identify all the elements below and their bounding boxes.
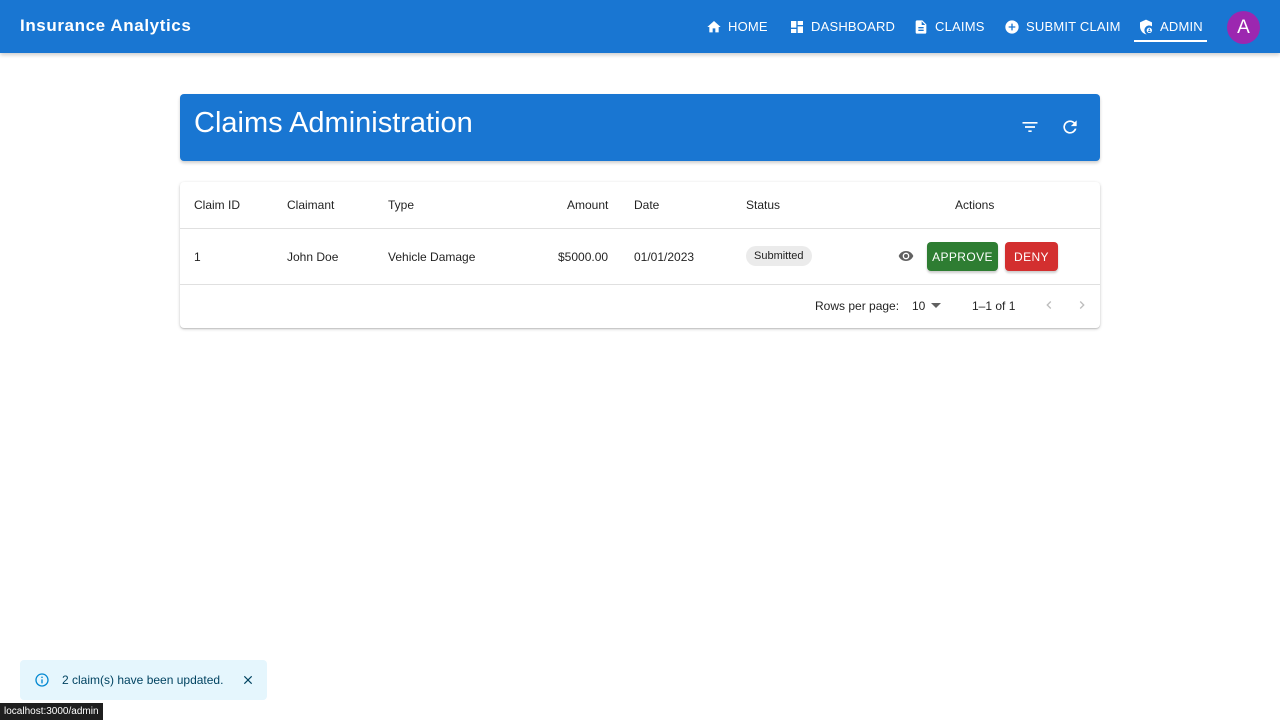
add-circle-icon bbox=[1004, 19, 1020, 35]
header-divider bbox=[180, 228, 1100, 229]
filter-icon bbox=[1022, 122, 1038, 132]
user-avatar[interactable]: A bbox=[1227, 11, 1260, 44]
admin-shield-icon bbox=[1138, 19, 1154, 35]
deny-button[interactable]: DENY bbox=[1005, 242, 1058, 271]
column-header-actions: Actions bbox=[955, 198, 995, 212]
nav-item-label: CLAIMS bbox=[935, 19, 985, 34]
approve-button[interactable]: APPROVE bbox=[927, 242, 998, 271]
active-nav-indicator bbox=[1134, 40, 1207, 42]
info-icon bbox=[34, 672, 50, 688]
top-app-bar: Insurance Analytics HOME DASHBOARD CLAIM… bbox=[0, 0, 1280, 53]
column-header-claimant[interactable]: Claimant bbox=[287, 198, 334, 212]
nav-item-label: ADMIN bbox=[1160, 19, 1203, 34]
rows-per-page-label: Rows per page: bbox=[815, 299, 900, 313]
column-header-amount[interactable]: Amount bbox=[567, 198, 608, 212]
rows-per-page-select[interactable]: 10 bbox=[912, 299, 925, 313]
close-icon[interactable] bbox=[241, 673, 255, 687]
row-divider bbox=[180, 284, 1100, 285]
app-title: Insurance Analytics bbox=[20, 16, 192, 35]
claimant-cell: John Doe bbox=[287, 250, 339, 264]
chevron-left-icon bbox=[1046, 301, 1052, 309]
column-header-claim-id[interactable]: Claim ID bbox=[194, 198, 240, 212]
claim-id-cell: 1 bbox=[194, 250, 201, 264]
column-header-date[interactable]: Date bbox=[634, 198, 659, 212]
amount-cell: $5000.00 bbox=[558, 250, 609, 264]
nav-item-admin[interactable]: ADMIN bbox=[1138, 0, 1203, 53]
status-badge: Submitted bbox=[746, 246, 812, 266]
dashboard-icon bbox=[789, 19, 805, 35]
document-icon bbox=[913, 19, 929, 35]
caret-down-icon[interactable] bbox=[931, 303, 941, 308]
nav-item-dashboard[interactable]: DASHBOARD bbox=[789, 0, 895, 53]
nav-item-label: SUBMIT CLAIM bbox=[1026, 19, 1121, 34]
column-header-status[interactable]: Status bbox=[746, 198, 780, 212]
eye-icon bbox=[898, 251, 914, 261]
snackbar-message: 2 claim(s) have been updated. bbox=[62, 673, 224, 687]
nav-item-label: HOME bbox=[728, 19, 768, 34]
notification-snackbar: 2 claim(s) have been updated. bbox=[20, 660, 267, 700]
nav-item-home[interactable]: HOME bbox=[706, 0, 768, 53]
pagination-range: 1–1 of 1 bbox=[972, 299, 1016, 313]
previous-page-button[interactable] bbox=[1041, 297, 1057, 313]
claims-table: Claim ID Claimant Type Amount Date Statu… bbox=[180, 182, 1100, 328]
home-icon bbox=[706, 19, 722, 35]
refresh-button[interactable] bbox=[1058, 115, 1082, 139]
page-header-card: Claims Administration bbox=[180, 94, 1100, 161]
date-cell: 01/01/2023 bbox=[634, 250, 695, 264]
column-header-type[interactable]: Type bbox=[388, 198, 414, 212]
refresh-icon bbox=[1063, 120, 1077, 134]
nav-item-claims[interactable]: CLAIMS bbox=[913, 0, 985, 53]
nav-item-submit-claim[interactable]: SUBMIT CLAIM bbox=[1004, 0, 1121, 53]
browser-status-url: localhost:3000/admin bbox=[0, 703, 103, 720]
next-page-button[interactable] bbox=[1074, 297, 1090, 313]
nav-item-label: DASHBOARD bbox=[811, 19, 896, 34]
view-button[interactable] bbox=[896, 248, 916, 264]
filter-button[interactable] bbox=[1018, 115, 1042, 139]
chevron-right-icon bbox=[1079, 301, 1085, 309]
page-title: Claims Administration bbox=[194, 107, 473, 139]
type-cell: Vehicle Damage bbox=[388, 250, 476, 264]
